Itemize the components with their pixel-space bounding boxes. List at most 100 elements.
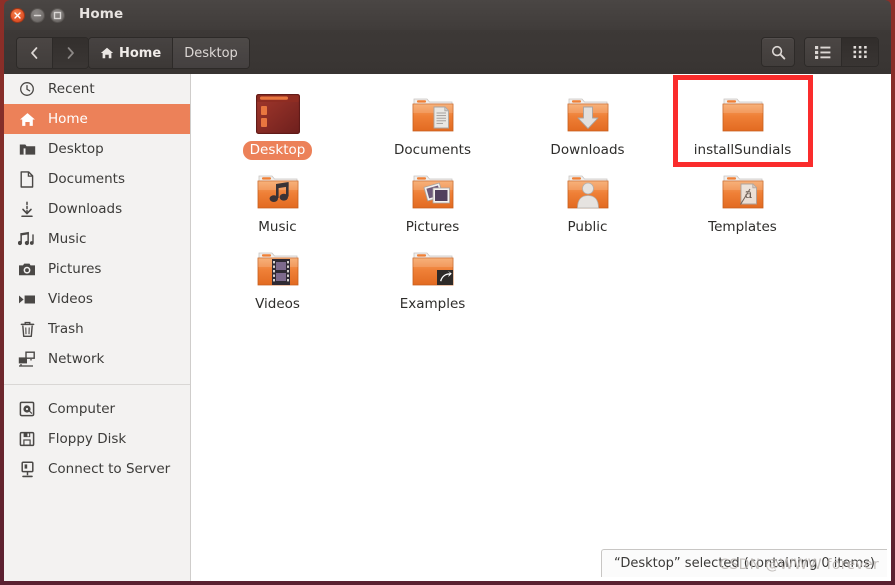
file-item-templates[interactable]: a Templates <box>665 161 820 238</box>
toolbar: Home Desktop <box>4 30 891 75</box>
file-label: Examples <box>399 296 466 312</box>
clock-icon <box>17 81 37 97</box>
trash-icon <box>17 321 37 338</box>
file-item-examples[interactable]: Examples <box>355 238 510 315</box>
back-button[interactable] <box>17 38 53 68</box>
search-button[interactable] <box>761 37 795 67</box>
sidebar-item-floppy-disk[interactable]: Floppy Disk <box>4 424 190 454</box>
breadcrumb-desktop-label: Desktop <box>184 45 238 61</box>
file-label: Templates <box>708 219 777 235</box>
document-icon <box>17 170 37 188</box>
sidebar-item-trash[interactable]: Trash <box>4 314 190 344</box>
file-label: Downloads <box>550 142 625 158</box>
video-icon <box>17 293 37 306</box>
minimize-button[interactable] <box>30 8 45 23</box>
folder-link-icon <box>407 242 459 292</box>
computer-disk-icon <box>17 401 37 417</box>
breadcrumb-home-label: Home <box>119 45 162 61</box>
sidebar-item-downloads[interactable]: Downloads <box>4 194 190 224</box>
file-item-documents[interactable]: Documents <box>355 84 510 161</box>
sidebar-label: Downloads <box>48 201 123 217</box>
camera-icon <box>17 262 37 277</box>
file-label: Videos <box>255 296 300 312</box>
file-label: Public <box>567 219 608 235</box>
grid-view-icon <box>853 46 867 58</box>
maximize-button[interactable] <box>50 8 65 23</box>
grid-view-button[interactable] <box>842 38 878 66</box>
content-area: Recent Home Desktop Documents Downloads … <box>4 74 891 581</box>
navigation-buttons <box>16 37 89 69</box>
svg-text:a: a <box>744 187 752 202</box>
window-title: Home <box>79 6 124 22</box>
search-icon <box>771 45 785 59</box>
forward-button[interactable] <box>53 38 88 68</box>
breadcrumb-item-home[interactable]: Home <box>89 38 174 68</box>
sidebar-item-connect-to-server[interactable]: Connect to Server <box>4 454 190 484</box>
minimize-icon <box>33 14 42 17</box>
file-item-downloads[interactable]: Downloads <box>510 84 665 161</box>
close-icon <box>14 12 21 19</box>
sidebar-item-home[interactable]: Home <box>4 104 190 134</box>
file-label: Desktop <box>242 141 313 160</box>
sidebar-item-documents[interactable]: Documents <box>4 164 190 194</box>
file-label: installSundials <box>693 142 792 158</box>
file-item-desktop[interactable]: Desktop <box>200 84 355 161</box>
file-item-public[interactable]: Public <box>510 161 665 238</box>
view-mode-toggle <box>804 37 879 67</box>
sidebar-item-desktop[interactable]: Desktop <box>4 134 190 164</box>
chevron-right-icon <box>67 47 74 59</box>
sidebar-separator <box>4 384 190 385</box>
sidebar-label: Network <box>48 351 105 367</box>
sidebar-label: Trash <box>48 321 84 337</box>
file-manager-window: Home Home Desktop Recent Home Desktop Do… <box>0 0 895 585</box>
sidebar-item-computer[interactable]: Computer <box>4 394 190 424</box>
file-item-music[interactable]: Music <box>200 161 355 238</box>
status-bar: “Desktop” selected (containing 0 items) <box>600 549 887 577</box>
folder-templates-icon: a <box>717 165 769 215</box>
folder-documents-icon <box>407 88 459 138</box>
file-item-pictures[interactable]: Pictures <box>355 161 510 238</box>
folder-music-icon <box>252 165 304 215</box>
shortcut-arrow-badge <box>436 270 453 285</box>
floppy-disk-icon <box>17 431 37 447</box>
file-label: Documents <box>394 142 471 158</box>
chevron-left-icon <box>31 47 38 59</box>
sidebar[interactable]: Recent Home Desktop Documents Downloads … <box>4 74 191 581</box>
home-icon <box>100 47 114 59</box>
sidebar-label: Music <box>48 231 87 247</box>
file-item-installsundials[interactable]: installSundials <box>665 84 820 161</box>
folder-pictures-icon <box>407 165 459 215</box>
sidebar-item-pictures[interactable]: Pictures <box>4 254 190 284</box>
sidebar-label: Recent <box>48 81 95 97</box>
file-item-videos[interactable]: Videos <box>200 238 355 315</box>
title-bar: Home <box>4 0 891 30</box>
close-button[interactable] <box>10 8 25 23</box>
breadcrumb: Home Desktop <box>88 37 250 69</box>
status-text: “Desktop” selected (containing 0 items) <box>613 556 875 571</box>
sidebar-item-music[interactable]: Music <box>4 224 190 254</box>
sidebar-label: Documents <box>48 171 125 187</box>
file-label: Pictures <box>405 219 460 235</box>
file-icon-view[interactable]: Desktop Documents Downloads installSundi… <box>192 74 891 581</box>
sidebar-item-recent[interactable]: Recent <box>4 74 190 104</box>
list-view-button[interactable] <box>805 38 842 66</box>
maximize-icon <box>53 11 62 20</box>
file-label: Music <box>258 219 297 235</box>
folder-public-icon <box>562 165 614 215</box>
breadcrumb-item-desktop[interactable]: Desktop <box>173 38 249 68</box>
sidebar-label: Computer <box>48 401 116 417</box>
window-frame-inner: Home Home Desktop Recent Home Desktop Do… <box>4 0 891 581</box>
sidebar-item-network[interactable]: Network <box>4 344 190 374</box>
sidebar-item-videos[interactable]: Videos <box>4 284 190 314</box>
music-note-icon <box>17 231 37 247</box>
folder-plain-icon <box>717 88 769 138</box>
file-grid: Desktop Documents Downloads installSundi… <box>200 84 890 315</box>
home-icon <box>17 111 37 128</box>
folder-videos-icon <box>252 242 304 292</box>
list-view-icon <box>815 46 831 59</box>
desktop-window-icon <box>252 88 304 138</box>
network-icon <box>17 351 37 367</box>
sidebar-label: Home <box>48 111 88 127</box>
download-icon <box>17 200 37 218</box>
folder-downloads-icon <box>562 88 614 138</box>
